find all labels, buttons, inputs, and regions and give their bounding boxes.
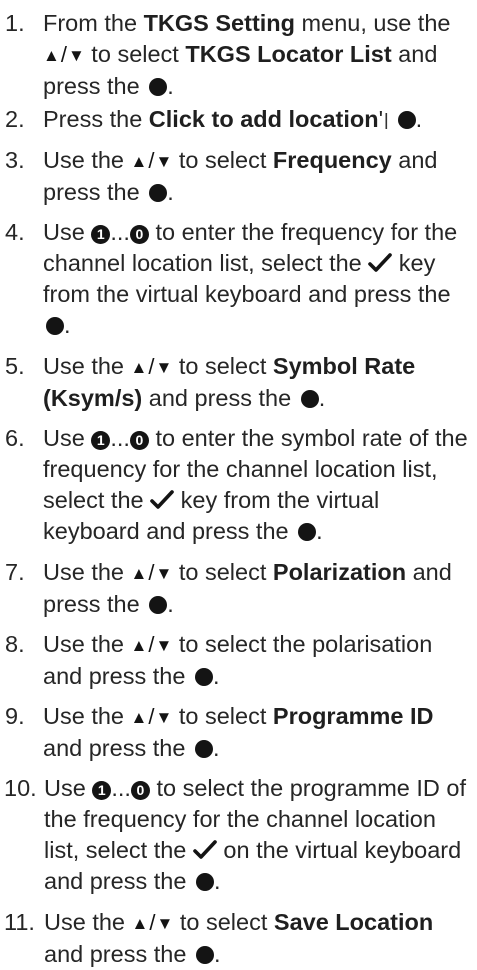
down-arrow-glyph: ▼ <box>155 564 173 583</box>
step-number: 5. <box>5 353 25 379</box>
ok-button-icon <box>300 390 319 408</box>
step-number: 8. <box>5 631 25 657</box>
down-arrow-glyph: ▼ <box>155 636 173 655</box>
number-key-1-icon: 1 <box>92 781 112 800</box>
ok-button-icon <box>194 668 213 686</box>
arrow-separator: / <box>148 632 155 657</box>
arrow-separator: / <box>148 704 155 729</box>
checkmark-icon <box>193 840 217 859</box>
down-arrow-glyph: ▼ <box>156 914 174 933</box>
bold-term: TKGS Setting <box>143 10 296 36</box>
step-text: Use 1... 0 to select the programme ID of … <box>44 775 467 894</box>
arrow-separator: / <box>148 354 155 379</box>
ok-button-icon <box>46 317 64 335</box>
up-down-arrows-icon: ▲/▼ <box>131 145 173 177</box>
up-down-arrows-icon: ▲/▼ <box>131 629 173 661</box>
bold-term: Symbol Rate (Ksym/s) <box>43 353 416 411</box>
up-arrow-glyph: ▲ <box>130 152 148 171</box>
number-key-0-icon: 0 <box>130 781 150 800</box>
step-text: From the TKGS Setting menu, use the ▲/▼ … <box>43 10 451 99</box>
step-text: Use the ▲/▼ to select Frequency and pres… <box>43 145 438 205</box>
up-down-arrows-icon: ▲/▼ <box>131 351 173 383</box>
bold-term: TKGS Locator List <box>185 41 392 67</box>
up-down-arrows-icon: ▲/▼ <box>131 557 173 589</box>
step-text: Use the ▲/▼ to select the polarisation a… <box>43 629 433 689</box>
number-key-0-icon: 0 <box>129 431 149 450</box>
bold-term: Programme ID <box>272 703 434 729</box>
bold-term: Save Location <box>273 909 434 935</box>
up-arrow-glyph: ▲ <box>130 564 148 583</box>
up-down-arrows-icon: ▲/▼ <box>131 701 173 733</box>
step-number: 6. <box>5 425 25 451</box>
step-text: Press the Click to add location' . <box>43 106 423 132</box>
ok-button-icon <box>149 596 168 614</box>
arrow-separator: / <box>60 42 67 67</box>
ok-button-icon <box>195 873 214 891</box>
up-down-arrows-icon: ▲/▼ <box>132 907 174 939</box>
bold-term: Polarization <box>272 559 407 585</box>
step-text: Use 1... 0 to enter the frequency for the… <box>43 219 458 338</box>
step-number: 7. <box>5 559 25 585</box>
bold-term: Frequency <box>272 147 392 173</box>
ok-button-icon <box>194 740 213 758</box>
number-key-1-icon: 1 <box>91 431 111 450</box>
down-arrow-glyph: ▼ <box>155 708 173 727</box>
arrow-separator: / <box>148 560 155 585</box>
up-arrow-glyph: ▲ <box>43 46 60 65</box>
ok-button-icon <box>195 946 214 964</box>
ok-button-icon <box>149 78 168 96</box>
arrow-separator: / <box>148 148 155 173</box>
down-arrow-glyph: ▼ <box>155 152 173 171</box>
number-key-0-icon: 0 <box>129 225 149 244</box>
number-key-1-icon: 1 <box>91 225 111 244</box>
bold-term: Click to add location <box>148 106 379 132</box>
arrow-separator: / <box>149 910 156 935</box>
up-arrow-glyph: ▲ <box>131 914 149 933</box>
step-text: Use 1... 0 to enter the symbol rate of th… <box>43 425 468 544</box>
checkmark-icon <box>368 253 393 272</box>
step-number: 11. <box>4 909 35 935</box>
up-arrow-glyph: ▲ <box>130 636 148 655</box>
ok-button-icon <box>149 184 168 202</box>
step-number: 4. <box>5 219 25 245</box>
up-arrow-glyph: ▲ <box>130 358 148 377</box>
ok-button-icon <box>397 111 416 129</box>
step-number: 9. <box>5 703 25 729</box>
down-arrow-glyph: ▼ <box>67 46 85 65</box>
ok-button-icon <box>298 523 317 541</box>
step-number: 3. <box>5 147 25 173</box>
step-number: 10. <box>4 775 37 801</box>
step-text: Use the ▲/▼ to select Programme ID and p… <box>43 701 434 761</box>
step-number: 1. <box>5 10 25 36</box>
down-arrow-glyph: ▼ <box>155 358 173 377</box>
cursor-mark-icon <box>385 113 388 129</box>
step-text: Use the ▲/▼ to select Polarization and p… <box>43 557 452 617</box>
step-text: Use the ▲/▼ to select Symbol Rate (Ksym/… <box>43 351 416 411</box>
up-arrow-glyph: ▲ <box>130 708 148 727</box>
step-number: 2. <box>5 106 25 132</box>
up-down-arrows-icon: ▲/▼ <box>43 39 85 71</box>
checkmark-icon <box>150 490 174 509</box>
step-text: Use the ▲/▼ to select Save Location and … <box>44 907 434 967</box>
